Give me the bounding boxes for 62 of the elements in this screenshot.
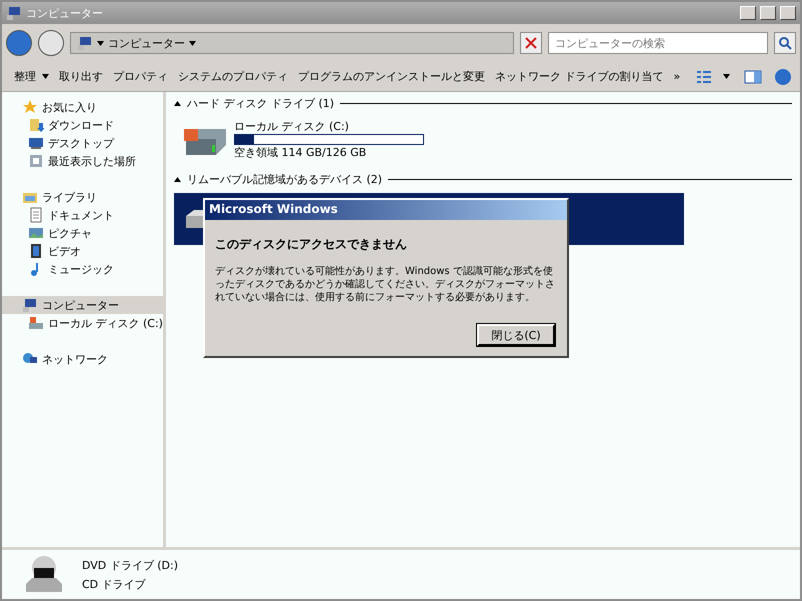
free-space-text: 空き領域 114 GB/126 GB <box>234 145 368 160</box>
star-icon <box>22 99 38 115</box>
toolbar-button[interactable]: プログラムのアンインストールと変更 <box>294 66 489 87</box>
search-icon <box>778 36 792 50</box>
drive-tile[interactable]: ローカル ディスク (C:) 空き領域 114 GB/126 GB <box>174 117 792 162</box>
address-bar[interactable]: コンピューター <box>70 32 514 54</box>
forward-button[interactable] <box>38 30 64 56</box>
dialog-message: ディスクが壊れている可能性があります。Windows で認識可能な形式を使ったディスクであるかどうか確認してください。ディスクがフォーマットされていない場合には、使用する前にフォーマットする必要があります。 <box>215 265 556 304</box>
toolbar-button[interactable]: ネットワーク ドライブの割り当て <box>491 66 668 87</box>
address-path[interactable]: コンピューター <box>108 36 185 50</box>
nav-item[interactable]: お気に入り <box>2 98 163 116</box>
dialog-title: Microsoft Windows <box>205 200 567 220</box>
desktop-icon <box>28 135 44 151</box>
close-icon <box>525 37 537 49</box>
toolbar-button[interactable]: プロパティ <box>109 66 172 87</box>
document-icon <box>28 207 44 223</box>
nav-item[interactable]: ドキュメント <box>2 206 163 224</box>
recent-places-icon <box>28 153 44 169</box>
toolbar-button[interactable]: 整理 <box>10 66 53 87</box>
nav-item[interactable]: デスクトップ <box>2 134 163 152</box>
nav-item[interactable]: コンピューター <box>2 296 163 314</box>
drive-icon <box>28 315 44 331</box>
collapse-arrow-icon <box>174 101 181 106</box>
caret-icon <box>189 40 196 46</box>
search-field[interactable]: コンピューターの検索 <box>548 32 768 54</box>
nav-item[interactable]: ライブラリ <box>2 188 163 206</box>
toolbar-button[interactable]: システムのプロパティ <box>174 66 292 87</box>
drive-type: CD ドライブ <box>82 576 147 592</box>
collapse-arrow-icon <box>174 177 181 182</box>
computer-icon <box>6 5 22 21</box>
picture-icon <box>28 225 44 241</box>
nav-item[interactable]: ビデオ <box>2 242 163 260</box>
search-button[interactable] <box>774 32 796 54</box>
computer-icon <box>77 35 93 51</box>
toolbar-button[interactable]: 取り出す <box>55 66 107 87</box>
caret-icon <box>97 40 104 46</box>
drive-name: ローカル ディスク (C:) <box>234 119 350 134</box>
close-button[interactable] <box>780 6 796 20</box>
computer-icon <box>22 297 38 313</box>
stop-button[interactable] <box>520 32 542 54</box>
view-icon[interactable] <box>695 68 713 84</box>
close-dialog-button[interactable]: 閉じる(C) <box>477 324 555 346</box>
nav-item[interactable]: 最近表示した場所 <box>2 152 163 170</box>
drive-name: DVD ドライブ (D:) <box>82 558 178 572</box>
nav-item[interactable]: ダウンロード <box>2 116 163 134</box>
window-title: コンピューター <box>26 6 104 20</box>
maximize-button[interactable] <box>760 6 776 20</box>
folder-icon <box>28 117 44 133</box>
back-button[interactable] <box>6 30 32 56</box>
help-icon[interactable] <box>774 68 792 86</box>
dialog-heading: このディスクにアクセスできません <box>215 236 408 253</box>
nav-item[interactable]: ミュージック <box>2 260 163 278</box>
nav-item[interactable]: ネットワーク <box>2 350 163 368</box>
dropdown-caret-icon <box>723 74 730 79</box>
nav-item[interactable]: ピクチャ <box>2 224 163 242</box>
more-button[interactable]: » <box>670 67 684 86</box>
section-header[interactable]: リムーバブル記憶域があるデバイス (2) <box>187 172 382 187</box>
section-header[interactable]: ハード ディスク ドライブ (1) <box>187 96 334 111</box>
minimize-button[interactable] <box>740 6 756 20</box>
preview-pane-icon[interactable] <box>744 68 762 84</box>
nav-item[interactable]: ローカル ディスク (C:) <box>2 314 165 332</box>
film-icon <box>28 243 44 259</box>
